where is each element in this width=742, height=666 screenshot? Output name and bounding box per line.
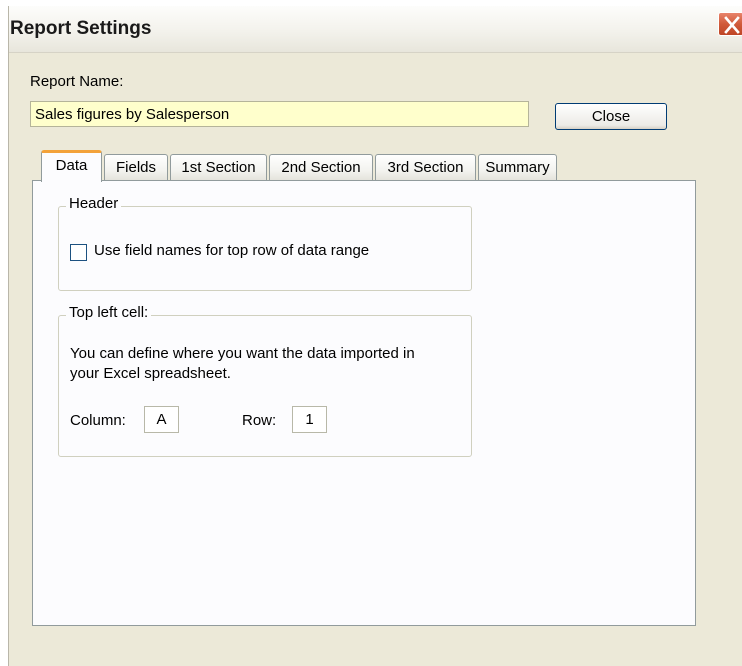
title-bar[interactable]: Report Settings bbox=[9, 6, 742, 53]
top-left-cell-groupbox bbox=[58, 315, 472, 457]
row-label: Row: bbox=[242, 412, 277, 429]
tab-3rd-section[interactable]: 3rd Section bbox=[375, 154, 476, 181]
tab-1st-section[interactable]: 1st Section bbox=[170, 154, 267, 181]
header-group-legend: Header bbox=[66, 195, 122, 212]
row-field[interactable]: 1 bbox=[292, 406, 327, 433]
use-field-names-label[interactable]: Use field names for top row of data rang… bbox=[94, 242, 369, 259]
use-field-names-checkbox[interactable] bbox=[70, 244, 87, 261]
tab-summary[interactable]: Summary bbox=[478, 154, 557, 181]
report-name-label: Report Name: bbox=[30, 73, 124, 90]
close-icon bbox=[724, 16, 740, 34]
column-label: Column: bbox=[70, 412, 126, 429]
tab-fields[interactable]: Fields bbox=[104, 154, 168, 181]
top-left-cell-group-legend: Top left cell: bbox=[66, 304, 152, 321]
close-button[interactable]: Close bbox=[555, 103, 667, 130]
report-name-input[interactable] bbox=[30, 101, 529, 127]
tab-data[interactable]: Data bbox=[41, 150, 102, 182]
top-left-description-line1: You can define where you want the data i… bbox=[70, 345, 415, 362]
column-field[interactable]: A bbox=[144, 406, 179, 433]
tab-2nd-section[interactable]: 2nd Section bbox=[269, 154, 373, 181]
window-title: Report Settings bbox=[10, 18, 152, 39]
window-close-button[interactable] bbox=[718, 12, 742, 36]
top-left-description-line2: your Excel spreadsheet. bbox=[70, 365, 231, 382]
